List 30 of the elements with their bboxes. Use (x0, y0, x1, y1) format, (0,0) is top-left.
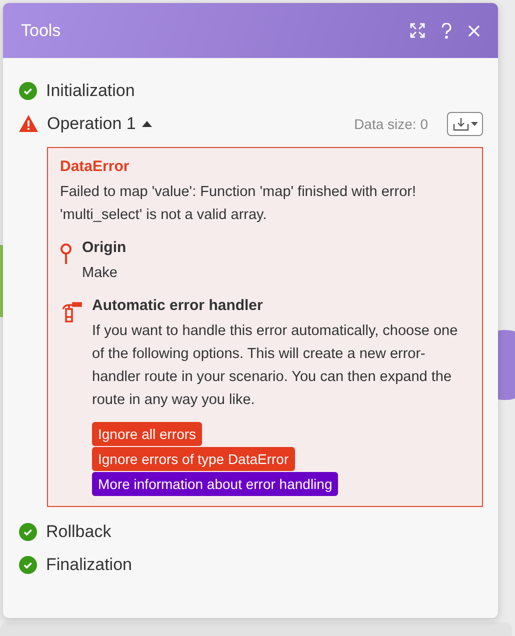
handler-label: Automatic error handler (92, 297, 264, 314)
window-title: Tools (21, 20, 62, 40)
expand-button[interactable] (410, 23, 425, 38)
download-icon (452, 116, 468, 130)
check-circle-icon (19, 556, 37, 574)
step-label: Finalization (46, 554, 132, 574)
ignore-button[interactable]: Ignore all errors (92, 422, 202, 446)
origin-value: Make (82, 264, 118, 283)
check-circle-icon (19, 522, 37, 540)
help-icon (441, 22, 452, 38)
help-button[interactable] (441, 22, 452, 38)
handler-description: If you want to handle this error automatically, choose one of the following options. This will create a new error-handler route in your scenario. You can then expand the route in any way you like. (92, 322, 459, 410)
step-label[interactable]: Operation 1 (47, 114, 136, 134)
warning-icon (19, 115, 38, 132)
help-link-button[interactable]: More information about error handling (92, 472, 338, 496)
ignore-button[interactable]: Ignore errors of type DataError (92, 447, 295, 471)
close-icon (468, 24, 480, 36)
download-button[interactable] (447, 112, 483, 136)
caret-icon[interactable] (140, 120, 153, 128)
extinguisher-icon (60, 301, 82, 323)
origin-label: Origin (82, 239, 126, 256)
expand-icon (410, 23, 425, 38)
error-message: Failed to map 'value': Function 'map' finished with error! 'multi_select' is not a valid array. (60, 183, 418, 225)
close-button[interactable] (468, 24, 480, 36)
check-circle-icon (19, 82, 37, 100)
step-label: Initialization (46, 80, 135, 100)
data-size: Data size: 0 (354, 116, 428, 132)
error-title: DataError (60, 158, 130, 175)
step-label: Rollback (46, 522, 112, 542)
caret-icon (470, 122, 478, 126)
